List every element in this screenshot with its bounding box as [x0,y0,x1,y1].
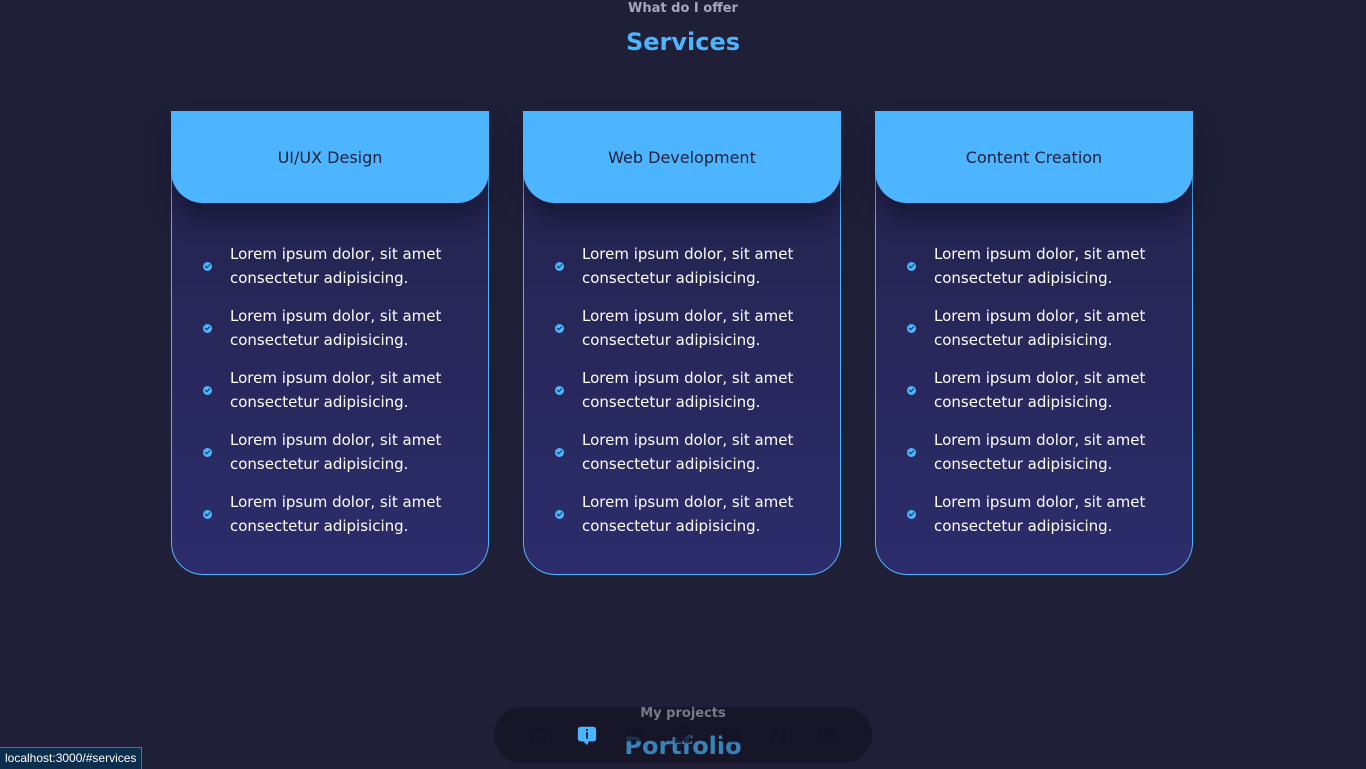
list-item-text: Lorem ipsum dolor, sit amet consectetur … [582,493,794,535]
card-title: Web Development [608,147,756,167]
nav-contact-button[interactable] [810,718,844,752]
service-card-uiux: UI/UX Design Lorem ipsum dolor, sit amet… [171,111,489,575]
list-item-text: Lorem ipsum dolor, sit amet consectetur … [582,431,794,473]
check-icon [907,509,916,519]
list-item: Lorem ipsum dolor, sit amet consectetur … [555,421,812,483]
service-card-web-development: Web Development Lorem ipsum dolor, sit a… [523,111,841,575]
nav-portfolio-button[interactable] [714,718,748,752]
list-item: Lorem ipsum dolor, sit amet consectetur … [907,297,1164,359]
check-icon [555,509,564,519]
list-item-text: Lorem ipsum dolor, sit amet consectetur … [230,493,442,535]
list-item-text: Lorem ipsum dolor, sit amet consectetur … [230,245,442,287]
list-item-text: Lorem ipsum dolor, sit amet consectetur … [582,245,794,287]
check-icon [203,323,212,333]
check-icon [203,385,212,395]
bottom-nav [494,707,872,763]
list-item-text: Lorem ipsum dolor, sit amet consectetur … [934,493,1146,535]
nav-home-button[interactable] [522,718,556,752]
check-icon [907,323,916,333]
card-title: UI/UX Design [277,147,383,167]
check-icon [907,261,916,271]
check-icon [203,447,212,457]
check-icon [555,261,564,271]
check-icon [555,385,564,395]
list-item: Lorem ipsum dolor, sit amet consectetur … [203,235,460,297]
list-item: Lorem ipsum dolor, sit amet consectetur … [203,359,460,421]
list-item: Lorem ipsum dolor, sit amet consectetur … [907,235,1164,297]
nav-services-button[interactable] [666,718,700,752]
card-header: Web Development [523,111,841,203]
about-icon [577,726,597,746]
list-item-text: Lorem ipsum dolor, sit amet consectetur … [582,307,794,349]
service-list: Lorem ipsum dolor, sit amet consectetur … [524,203,840,545]
list-item-text: Lorem ipsum dolor, sit amet consectetur … [230,431,442,473]
status-bar-url: localhost:3000/#services [0,747,143,769]
list-item-text: Lorem ipsum dolor, sit amet consectetur … [934,307,1146,349]
service-card-content-creation: Content Creation Lorem ipsum dolor, sit … [875,111,1193,575]
services-title: Services [625,28,741,56]
folder-icon [721,728,741,743]
nav-about-button[interactable] [570,718,604,752]
check-icon [907,447,916,457]
list-item: Lorem ipsum dolor, sit amet consectetur … [555,483,812,545]
list-item-text: Lorem ipsum dolor, sit amet consectetur … [230,369,442,411]
list-item-text: Lorem ipsum dolor, sit amet consectetur … [230,307,442,349]
list-item: Lorem ipsum dolor, sit amet consectetur … [907,483,1164,545]
list-item-text: Lorem ipsum dolor, sit amet consectetur … [934,431,1146,473]
check-icon [203,509,212,519]
service-list: Lorem ipsum dolor, sit amet consectetur … [876,203,1192,545]
nav-testimonials-button[interactable] [762,718,796,752]
check-icon [555,323,564,333]
list-item: Lorem ipsum dolor, sit amet consectetur … [203,483,460,545]
check-icon [555,447,564,457]
list-item-text: Lorem ipsum dolor, sit amet consectetur … [582,369,794,411]
quote-icon [770,727,787,743]
check-icon [203,261,212,271]
list-item: Lorem ipsum dolor, sit amet consectetur … [907,421,1164,483]
home-icon [530,725,548,745]
check-icon [907,385,916,395]
services-icon [674,726,692,744]
nav-experience-button[interactable] [618,718,652,752]
list-item: Lorem ipsum dolor, sit amet consectetur … [555,297,812,359]
list-item: Lorem ipsum dolor, sit amet consectetur … [555,359,812,421]
services-subtitle: What do I offer [628,1,738,16]
list-item: Lorem ipsum dolor, sit amet consectetur … [203,297,460,359]
list-item: Lorem ipsum dolor, sit amet consectetur … [907,359,1164,421]
list-item: Lorem ipsum dolor, sit amet consectetur … [555,235,812,297]
list-item-text: Lorem ipsum dolor, sit amet consectetur … [934,369,1146,411]
mail-icon [817,728,837,742]
card-header: Content Creation [875,111,1193,203]
book-icon [625,727,645,744]
service-list: Lorem ipsum dolor, sit amet consectetur … [172,203,488,545]
list-item-text: Lorem ipsum dolor, sit amet consectetur … [934,245,1146,287]
card-title: Content Creation [965,147,1103,167]
card-header: UI/UX Design [171,111,489,203]
list-item: Lorem ipsum dolor, sit amet consectetur … [203,421,460,483]
